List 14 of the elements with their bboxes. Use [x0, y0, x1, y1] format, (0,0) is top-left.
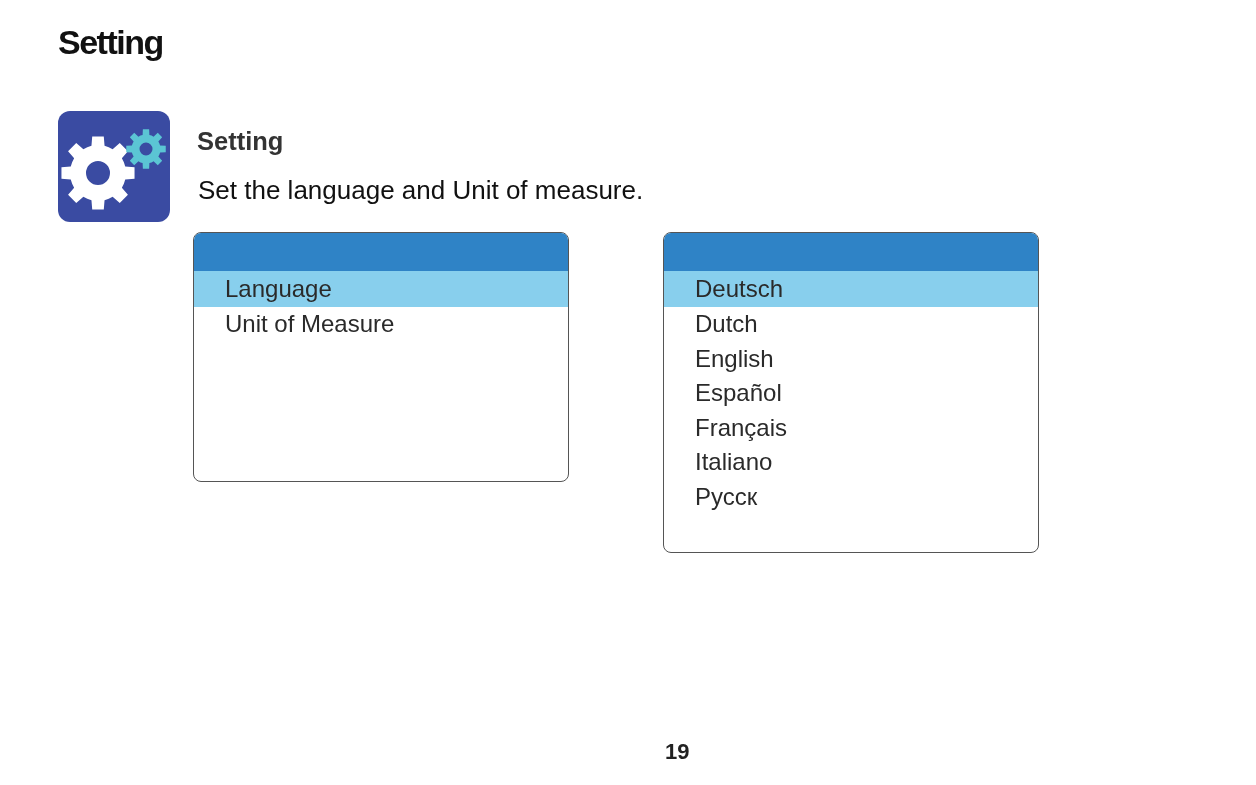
menu-item[interactable]: Italiano — [664, 445, 1038, 480]
selected-menu-item[interactable]: Language — [194, 271, 568, 307]
menu-item[interactable]: Unit of Measure — [194, 307, 568, 342]
page-number: 19 — [665, 740, 690, 764]
menu-item[interactable]: Español — [664, 376, 1038, 411]
settings-gears-icon — [58, 111, 170, 222]
selected-menu-item[interactable]: Deutsch — [664, 271, 1038, 307]
menu-item[interactable]: Dutch — [664, 307, 1038, 342]
feature-description: Set the language and Unit of measure. — [198, 175, 644, 205]
menu-item[interactable]: Français — [664, 410, 1038, 445]
feature-title: Setting — [197, 126, 284, 156]
page-title: Setting — [58, 22, 163, 62]
menu-item[interactable]: English — [664, 341, 1038, 376]
menu-item[interactable]: Русск — [664, 479, 1038, 514]
